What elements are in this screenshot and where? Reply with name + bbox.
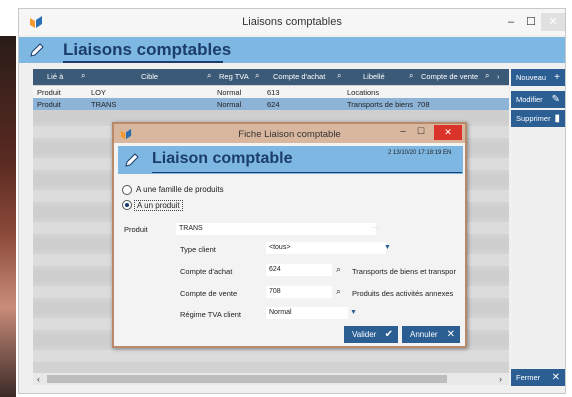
compte-vente-field[interactable]: 708: [266, 286, 332, 298]
radio-famille-label[interactable]: A une famille de produits: [136, 185, 224, 194]
page: Liaisons comptables – ☐ ✕ Liaisons compt…: [0, 0, 572, 397]
dialog-header: Liaison comptable 2 13/10/20 17:18:19 EN: [118, 146, 463, 174]
plus-icon: +: [554, 72, 560, 83]
supprimer-label: Supprimer: [516, 114, 551, 123]
cell-lie-a: Produit: [37, 100, 61, 109]
search-icon[interactable]: ⌕: [409, 71, 413, 81]
fermer-label: Fermer: [516, 373, 541, 382]
table-header: Lié à ⌕ Cible ⌕ Reg TVA ⌕ Compte d'achat…: [33, 69, 509, 85]
chevron-down-icon[interactable]: ▼: [350, 309, 357, 316]
column-header-compte-vente[interactable]: Compte de vente: [421, 72, 478, 81]
valider-button[interactable]: Valider ✔: [344, 326, 398, 343]
scrollbar-thumb[interactable]: [47, 375, 447, 383]
annuler-label: Annuler: [410, 330, 438, 339]
search-icon[interactable]: ⌕: [81, 71, 85, 81]
close-window-button[interactable]: ✕: [541, 13, 565, 31]
search-icon[interactable]: ⌕: [255, 71, 259, 81]
pencil-icon: ✎: [551, 94, 560, 105]
window-title: Liaisons comptables: [242, 16, 342, 28]
radio-famille[interactable]: [122, 185, 132, 195]
supprimer-button[interactable]: Supprimer ▮: [511, 110, 565, 127]
regime-tva-select[interactable]: Normal: [266, 307, 348, 319]
search-icon[interactable]: ⌕: [207, 71, 211, 81]
cell-cible: LOY: [91, 88, 107, 97]
radio-produit-label[interactable]: A un produit: [134, 200, 183, 211]
empty-row: [33, 110, 509, 122]
cell-compte-vente: 708: [417, 100, 430, 109]
column-header-compte-achat[interactable]: Compte d'achat: [273, 72, 325, 81]
page-title: Liaisons comptables: [63, 40, 232, 59]
cell-reg-tva: Normal: [217, 100, 242, 109]
pencil-icon: [30, 43, 44, 57]
pencil-icon: [125, 153, 139, 167]
type-client-label: Type client: [180, 245, 216, 254]
cell-lie-a: Produit: [37, 88, 61, 97]
chevron-down-icon[interactable]: ▼: [384, 244, 391, 251]
column-header-cible[interactable]: Cible: [141, 72, 158, 81]
dialog-close-button[interactable]: ✕: [434, 125, 462, 140]
produit-field[interactable]: TRANS: [176, 223, 376, 235]
close-icon: ✕: [446, 329, 455, 340]
trash-icon: ▮: [554, 113, 560, 124]
empty-row: [33, 350, 509, 362]
compte-achat-description: Transports de biens et transpor: [352, 267, 456, 276]
dialog-heading: Liaison comptable: [152, 150, 293, 167]
close-icon: ✕: [551, 372, 560, 383]
nouveau-button[interactable]: Nouveau +: [511, 69, 565, 86]
annuler-button[interactable]: Annuler ✕: [402, 326, 460, 343]
table-row[interactable]: Produit LOY Normal 613 Locations: [33, 86, 509, 98]
horizontal-scrollbar[interactable]: ‹ ›: [33, 373, 509, 385]
minimize-button[interactable]: –: [503, 13, 519, 31]
cell-compte-achat: 613: [267, 88, 280, 97]
page-header: Liaisons comptables: [19, 37, 565, 63]
background-photo-strip: [0, 36, 16, 397]
compte-vente-description: Produits des activités annexes: [352, 289, 454, 298]
cell-libelle: Locations: [347, 88, 380, 97]
type-client-select[interactable]: <tous>: [266, 242, 386, 254]
compte-vente-label: Compte de vente: [180, 289, 238, 298]
cell-cible: TRANS: [91, 100, 117, 109]
dialog-maximize-button[interactable]: ☐: [414, 126, 428, 137]
regime-tva-label: Régime TVA client: [180, 310, 241, 319]
fiche-liaison-dialog: Fiche Liaison comptable – ☐ ✕ Liaison co…: [112, 122, 467, 348]
produit-label: Produit: [124, 225, 148, 234]
valider-label: Valider: [352, 330, 377, 339]
compte-achat-label: Compte d'achat: [180, 267, 233, 276]
cell-libelle: Transports de biens: [347, 100, 414, 109]
column-header-reg-tva[interactable]: Reg TVA: [219, 72, 249, 81]
search-icon[interactable]: ⌕: [337, 71, 341, 81]
check-icon: ✔: [384, 329, 393, 340]
cell-compte-achat: 624: [267, 100, 280, 109]
search-icon[interactable]: ⌕: [485, 71, 489, 81]
column-header-libelle[interactable]: Libellé: [363, 72, 385, 81]
title-bar: Liaisons comptables – ☐ ✕: [19, 9, 565, 35]
column-header-lie-a[interactable]: Lié à: [47, 72, 63, 81]
nouveau-label: Nouveau: [516, 73, 547, 82]
cell-reg-tva: Normal: [217, 88, 242, 97]
scroll-right-icon[interactable]: ›: [497, 72, 500, 81]
title-underline: [63, 61, 223, 63]
dialog-title-bar: Fiche Liaison comptable – ☐ ✕: [114, 124, 465, 143]
scroll-left-icon[interactable]: ‹: [37, 374, 40, 384]
dialog-title: Fiche Liaison comptable: [238, 129, 341, 140]
compte-achat-field[interactable]: 624: [266, 264, 332, 276]
fermer-button[interactable]: Fermer ✕: [511, 369, 565, 386]
radio-produit[interactable]: [122, 200, 132, 210]
produit-dropdown-icon[interactable]: …: [372, 223, 379, 230]
scroll-right-icon[interactable]: ›: [499, 374, 502, 384]
dialog-minimize-button[interactable]: –: [396, 126, 410, 137]
record-meta: 2 13/10/20 17:18:19 EN: [388, 150, 452, 156]
maximize-button[interactable]: ☐: [523, 13, 539, 31]
modifier-button[interactable]: Modifier ✎: [511, 91, 565, 108]
table-row-selected[interactable]: Produit TRANS Normal 624 Transports de b…: [33, 98, 509, 110]
search-icon[interactable]: ⌕: [336, 264, 341, 275]
modifier-label: Modifier: [516, 95, 543, 104]
heading-underline: [152, 172, 462, 173]
search-icon[interactable]: ⌕: [336, 286, 341, 297]
